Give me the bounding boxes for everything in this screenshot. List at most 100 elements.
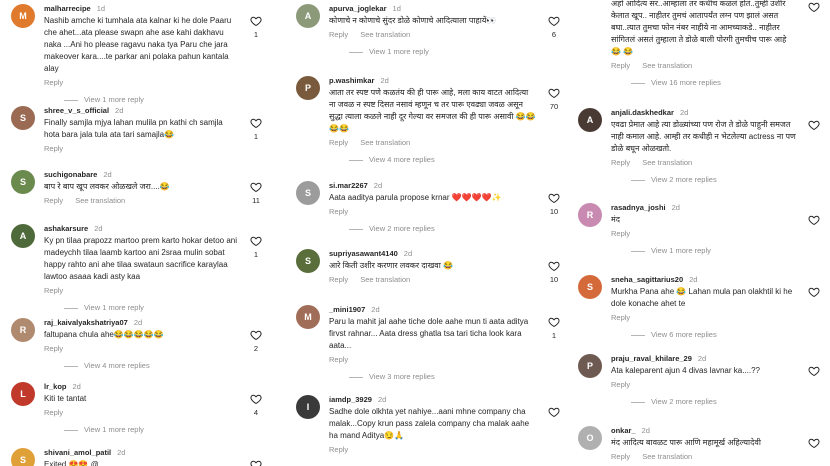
reply-button[interactable]: Reply [611, 313, 630, 322]
avatar[interactable]: L [11, 382, 35, 406]
reply-button[interactable]: Reply [44, 344, 63, 353]
reply-button[interactable]: Reply [44, 144, 63, 153]
reply-button[interactable]: Reply [329, 138, 348, 147]
view-replies-button[interactable]: View 4 more replies [64, 361, 238, 370]
username-link[interactable]: lr_kop [44, 382, 67, 391]
like-heart-icon[interactable] [548, 259, 560, 272]
like-heart-icon[interactable] [250, 14, 262, 27]
like-heart-icon[interactable] [548, 191, 560, 204]
username-link[interactable]: si.mar2267 [329, 181, 368, 190]
view-replies-button[interactable]: View 2 more replies [631, 397, 796, 406]
username-link[interactable]: shree_v_s_official [44, 106, 109, 115]
view-replies-button[interactable]: View 2 more replies [349, 224, 536, 233]
avatar[interactable]: A [296, 4, 320, 28]
comment-text: Finally samjla mjya lahan mulila pn kath… [44, 118, 223, 139]
username-link[interactable]: apurva_joglekar [329, 4, 387, 13]
avatar[interactable]: S [11, 106, 35, 130]
see-translation-link[interactable]: See translation [642, 452, 692, 461]
reply-button[interactable]: Reply [329, 445, 348, 454]
avatar[interactable]: S [296, 249, 320, 273]
avatar[interactable]: A [11, 224, 35, 248]
username-link[interactable]: sneha_sagittarius20 [611, 275, 683, 284]
avatar[interactable]: R [11, 318, 35, 342]
like-heart-icon[interactable] [548, 315, 560, 328]
see-translation-link[interactable]: See translation [360, 30, 410, 39]
like-heart-icon[interactable] [250, 234, 262, 247]
like-heart-icon[interactable] [808, 436, 820, 449]
view-replies-button[interactable]: View 3 more replies [349, 372, 536, 381]
see-translation-link[interactable]: See translation [75, 196, 125, 205]
username-link[interactable]: malharrecipe [44, 4, 91, 13]
reply-button[interactable]: Reply [329, 355, 348, 364]
username-link[interactable]: rasadnya_joshi [611, 203, 666, 212]
avatar[interactable]: S [296, 181, 320, 205]
avatar[interactable]: I [296, 395, 320, 419]
like-count: 1 [253, 30, 259, 39]
username-link[interactable]: shivani_amol_patil [44, 448, 111, 457]
reply-button[interactable]: Reply [44, 286, 63, 295]
avatar[interactable]: A [578, 108, 602, 132]
username-link[interactable]: ashakarsure [44, 224, 88, 233]
like-heart-icon[interactable] [250, 392, 262, 405]
reply-button[interactable]: Reply [44, 196, 63, 205]
like-heart-icon[interactable] [250, 116, 262, 129]
avatar[interactable]: S [11, 170, 35, 194]
like-heart-icon[interactable] [808, 118, 820, 131]
comment-body: iamdp_3929 2d Sadhe dole olkhta yet nahiye… [329, 395, 536, 454]
view-replies-button[interactable]: View 1 more reply [631, 246, 796, 255]
view-replies-button[interactable]: View 1 more reply [64, 425, 238, 434]
username-link[interactable]: praju_raval_khilare_29 [611, 354, 692, 363]
username-link[interactable]: raj_kaivalyakshatriya07 [44, 318, 128, 327]
view-replies-button[interactable]: View 16 more replies [631, 78, 796, 87]
username-link[interactable]: iamdp_3929 [329, 395, 372, 404]
view-replies-button[interactable]: View 6 more replies [631, 330, 796, 339]
reply-button[interactable]: Reply [329, 275, 348, 284]
view-replies-button[interactable]: View 2 more replies [631, 175, 796, 184]
like-heart-icon[interactable] [250, 328, 262, 341]
username-link[interactable]: onkar_ [611, 426, 636, 435]
username-link[interactable]: suchigonabare [44, 170, 97, 179]
username-link[interactable]: _mini1907 [329, 305, 365, 314]
reply-button[interactable]: Reply [44, 408, 63, 417]
see-translation-link[interactable]: See translation [642, 61, 692, 70]
view-replies-button[interactable]: View 1 more reply [64, 303, 238, 312]
like-heart-icon[interactable] [808, 285, 820, 298]
like-heart-icon[interactable] [808, 213, 820, 226]
view-replies-button[interactable]: View 4 more replies [349, 155, 536, 164]
reply-button[interactable]: Reply [611, 61, 630, 70]
see-translation-link[interactable]: See translation [360, 275, 410, 284]
like-heart-icon[interactable] [548, 14, 560, 27]
like-heart-icon[interactable] [808, 0, 820, 13]
see-translation-link[interactable]: See translation [642, 158, 692, 167]
avatar[interactable]: M [296, 305, 320, 329]
avatar[interactable]: S [578, 275, 602, 299]
username-link[interactable]: supriyasawant4140 [329, 249, 398, 258]
reply-button[interactable]: Reply [44, 78, 63, 87]
reply-button[interactable]: Reply [611, 229, 630, 238]
comment-actions: Reply [611, 380, 796, 389]
reply-button[interactable]: Reply [611, 158, 630, 167]
username-link[interactable]: anjali.daskhedkar [611, 108, 674, 117]
avatar[interactable]: M [11, 4, 35, 28]
comment-body: p.washimkar 2d आता तर स्पष्ट पणे कळतंय की … [329, 76, 536, 164]
like-heart-icon[interactable] [808, 364, 820, 377]
like-heart-icon[interactable] [250, 458, 262, 466]
like-heart-icon[interactable] [548, 86, 560, 99]
avatar[interactable]: P [296, 76, 320, 100]
avatar[interactable]: P [578, 354, 602, 378]
avatar[interactable]: S [11, 448, 35, 466]
like-heart-icon[interactable] [548, 405, 560, 418]
reply-button[interactable]: Reply [611, 380, 630, 389]
reply-button[interactable]: Reply [329, 30, 348, 39]
avatar[interactable]: R [578, 203, 602, 227]
like-heart-icon[interactable] [250, 180, 262, 193]
see-translation-link[interactable]: See translation [360, 138, 410, 147]
avatar-initial: S [19, 177, 26, 187]
view-replies-button[interactable]: View 1 more reply [349, 47, 536, 56]
reply-button[interactable]: Reply [329, 207, 348, 216]
view-replies-button[interactable]: View 1 more reply [64, 95, 238, 104]
avatar[interactable]: O [578, 426, 602, 450]
reply-button[interactable]: Reply [611, 452, 630, 461]
comments-column-middle: Aapurva_joglekar 1d कोणाचे न कोणाचे सुंदर … [285, 0, 570, 466]
username-link[interactable]: p.washimkar [329, 76, 374, 85]
